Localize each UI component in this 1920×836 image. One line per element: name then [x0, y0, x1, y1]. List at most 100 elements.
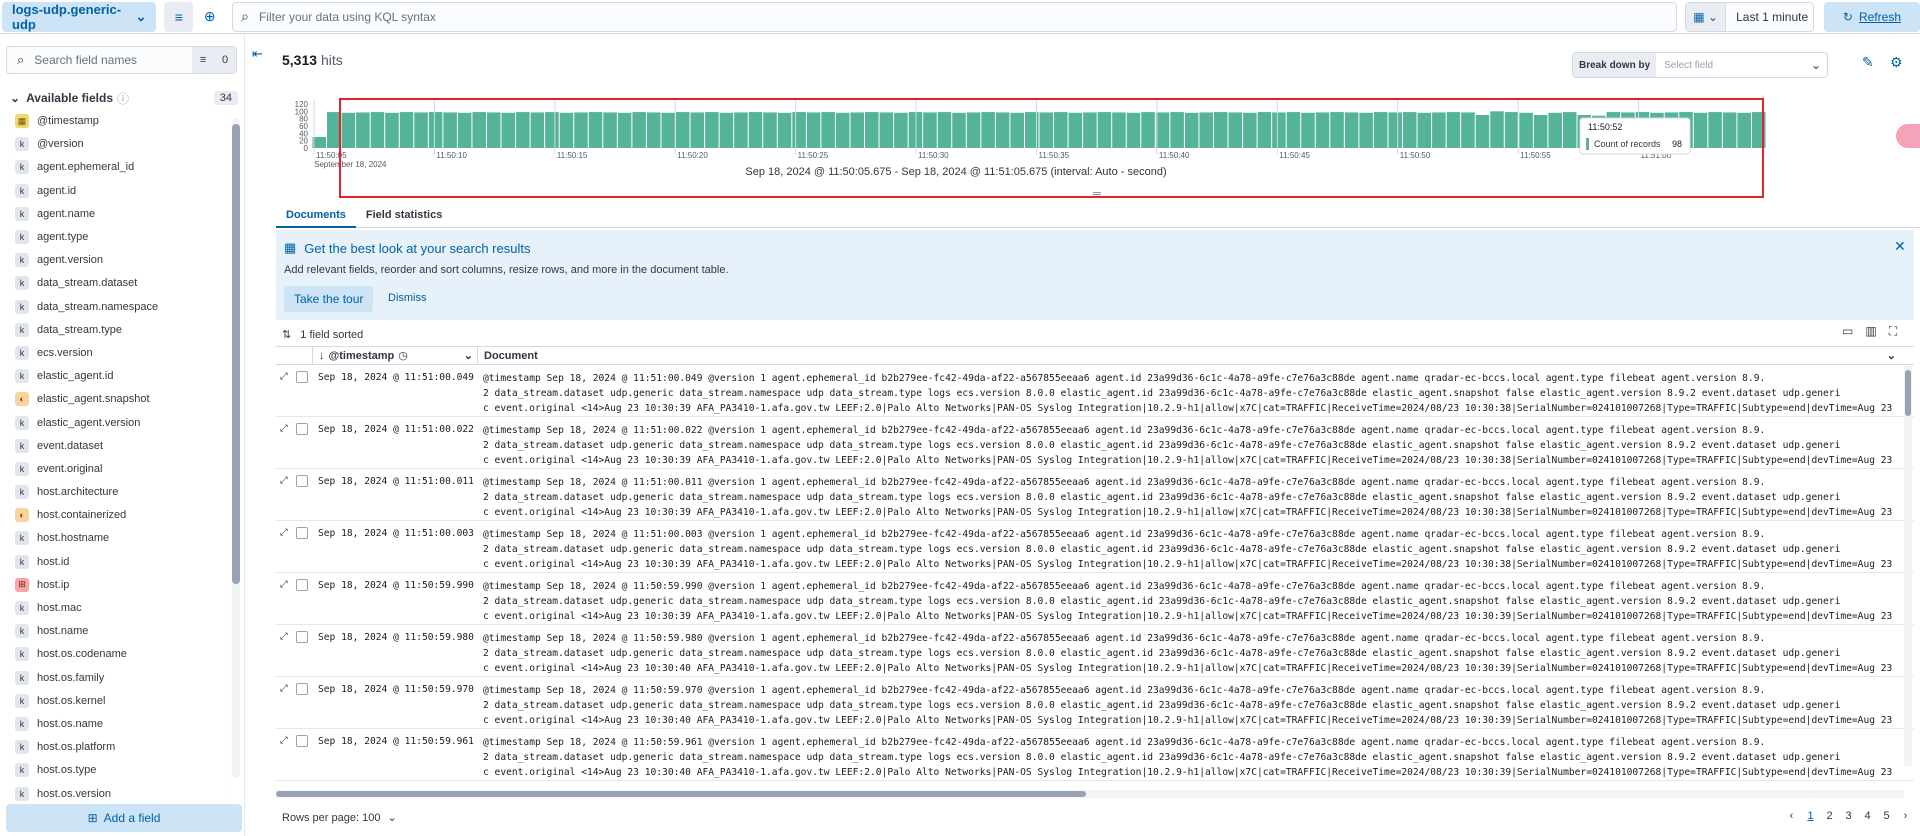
date-picker[interactable]: ▦ ⌄ Last 1 minute	[1685, 1, 1814, 32]
assistant-bubble[interactable]	[1896, 124, 1920, 148]
column-header-timestamp[interactable]: ↓ @timestamp ◷ ⌄	[312, 347, 477, 365]
row-checkbox[interactable]	[295, 371, 308, 383]
collapse-sidebar-button[interactable]: ⇤	[252, 46, 263, 62]
field-item[interactable]: k event.dataset	[10, 434, 226, 458]
expand-icon[interactable]: ⤢	[280, 371, 288, 416]
table-row[interactable]: ⤢ Sep 18, 2024 @ 11:50:59.970 @timestamp S…	[276, 677, 1914, 729]
table-row[interactable]: ⤢ Sep 18, 2024 @ 11:50:59.980 @timestamp S…	[276, 625, 1914, 677]
field-name: host.containerized	[37, 509, 127, 522]
rows-per-page-select[interactable]: Rows per page: 100 ⌄	[282, 811, 397, 824]
density-icon[interactable]: ▭	[1842, 324, 1865, 338]
edit-visualization-icon[interactable]: ✎	[1862, 54, 1874, 71]
close-icon[interactable]: ✕	[1894, 238, 1906, 255]
column-header-document[interactable]: Document ⌄	[477, 347, 1914, 365]
row-checkbox[interactable]	[295, 631, 308, 643]
available-fields-header[interactable]: ⌄ Available fields ⓘ 34	[10, 86, 238, 110]
field-item[interactable]: k host.os.family	[10, 666, 226, 690]
field-name: host.architecture	[37, 486, 119, 499]
expand-icon[interactable]: ⤢	[280, 527, 288, 572]
row-checkbox[interactable]	[295, 683, 308, 695]
field-item[interactable]: k data_stream.namespace	[10, 295, 226, 319]
breakdown-label: Break down by	[1573, 53, 1657, 77]
filter-menu-button[interactable]: ≡	[164, 1, 194, 32]
field-item[interactable]: k ecs.version	[10, 341, 226, 366]
add-filter-button[interactable]: ⊕	[195, 1, 225, 32]
tab-field-statistics[interactable]: Field statistics	[356, 204, 452, 228]
row-checkbox[interactable]	[295, 423, 308, 435]
field-filter-button[interactable]: ≡ 0	[192, 47, 236, 73]
table-row[interactable]: ⤢ Sep 18, 2024 @ 11:50:59.961 @timestamp S…	[276, 729, 1914, 781]
doc-line-2: 2 data_stream.dataset udp.generic data_s…	[483, 544, 1841, 555]
field-item[interactable]: k agent.type	[10, 225, 226, 250]
field-item[interactable]: k @version	[10, 133, 226, 157]
page-link[interactable]: 3	[1839, 810, 1858, 822]
field-item[interactable]: k agent.version	[10, 249, 226, 273]
table-hscrollbar[interactable]	[276, 790, 1904, 798]
expand-icon[interactable]: ⤢	[280, 631, 288, 676]
sort-info[interactable]: ⇅ 1 field sorted	[282, 328, 363, 341]
field-item[interactable]: k data_stream.dataset	[10, 272, 226, 296]
field-item[interactable]: k elastic_agent.id	[10, 365, 226, 389]
add-field-button[interactable]: ⊞ Add a field	[6, 804, 242, 832]
data-view-picker[interactable]: logs-udp.generic-udp ⌄	[2, 1, 157, 32]
field-item[interactable]: k host.os.codename	[10, 643, 226, 667]
field-item[interactable]: k host.os.name	[10, 712, 226, 737]
field-item[interactable]: ◐ host.containerized	[10, 504, 226, 528]
field-item[interactable]: k agent.name	[10, 202, 226, 226]
page-link[interactable]: 5	[1877, 810, 1896, 822]
page-link[interactable]: 2	[1820, 810, 1839, 822]
sidebar-scrollbar[interactable]	[232, 118, 240, 778]
calendar-icon[interactable]: ▦ ⌄	[1686, 2, 1727, 31]
expand-icon[interactable]: ⤢	[280, 423, 288, 468]
row-checkbox[interactable]	[295, 527, 308, 539]
doc-line-3: c event.original <14>Aug 23 10:30:39 AFA…	[483, 611, 1893, 622]
table-row[interactable]: ⤢ Sep 18, 2024 @ 11:51:00.003 @timestamp S…	[276, 521, 1914, 573]
table-row[interactable]: ⤢ Sep 18, 2024 @ 11:51:00.022 @timestamp S…	[276, 417, 1914, 469]
next-page-icon[interactable]: ›	[1896, 810, 1915, 822]
field-item[interactable]: k host.id	[10, 550, 226, 574]
row-checkbox[interactable]	[295, 475, 308, 487]
fullscreen-icon[interactable]: ⛶	[1889, 324, 1909, 338]
field-item[interactable]: ⊞ host.ip	[10, 573, 226, 597]
field-item[interactable]: k host.name	[10, 620, 226, 644]
field-item[interactable]: k host.mac	[10, 596, 226, 621]
expand-icon[interactable]: ⤢	[280, 735, 288, 780]
row-checkbox[interactable]	[295, 735, 308, 747]
row-checkbox[interactable]	[295, 579, 308, 591]
breakdown-select[interactable]: Break down by Select field ⌄	[1572, 52, 1828, 78]
field-item[interactable]: ▦ @timestamp	[10, 110, 226, 134]
field-item[interactable]: k agent.id	[10, 179, 226, 203]
tab-documents[interactable]: Documents	[276, 204, 356, 228]
field-item[interactable]: k event.original	[10, 457, 226, 481]
expand-icon[interactable]: ⤢	[280, 683, 288, 728]
columns-icon[interactable]: ▥	[1865, 324, 1888, 338]
table-row[interactable]: ⤢ Sep 18, 2024 @ 11:51:00.011 @timestamp S…	[276, 469, 1914, 521]
expand-icon[interactable]: ⤢	[280, 475, 288, 520]
page-link[interactable]: 1	[1801, 810, 1820, 822]
table-row[interactable]: ⤢ Sep 18, 2024 @ 11:51:00.049 @timestamp S…	[276, 365, 1914, 417]
field-item[interactable]: k agent.ephemeral_id	[10, 156, 226, 180]
field-item[interactable]: k host.os.version	[10, 782, 226, 806]
kql-search-input[interactable]: ⌕ Filter your data using KQL syntax	[232, 1, 1678, 32]
field-item[interactable]: ◐ elastic_agent.snapshot	[10, 388, 226, 412]
field-item[interactable]: k host.os.kernel	[10, 689, 226, 713]
prev-page-icon[interactable]: ‹	[1782, 810, 1801, 822]
field-item[interactable]: k elastic_agent.version	[10, 411, 226, 435]
dismiss-button[interactable]: Dismiss	[388, 292, 427, 304]
field-item[interactable]: k host.os.type	[10, 759, 226, 783]
field-item[interactable]: k data_stream.type	[10, 318, 226, 342]
date-quick-value[interactable]: Last 1 minute	[1726, 10, 1808, 24]
take-tour-button[interactable]: Take the tour	[284, 286, 374, 312]
field-item[interactable]: k host.hostname	[10, 527, 226, 551]
field-item[interactable]: k host.os.platform	[10, 736, 226, 760]
resize-handle[interactable]: ═	[1093, 188, 1101, 200]
table-scrollbar[interactable]	[1904, 366, 1912, 766]
field-search-input[interactable]: ⌕ Search field names ≡ 0	[6, 46, 237, 74]
refresh-button[interactable]: ↻ Refresh	[1823, 1, 1920, 32]
field-item[interactable]: k host.architecture	[10, 481, 226, 505]
doc-line-1: @timestamp Sep 18, 2024 @ 11:51:00.011 @…	[483, 477, 1766, 488]
gear-icon[interactable]: ⚙	[1890, 54, 1903, 71]
table-row[interactable]: ⤢ Sep 18, 2024 @ 11:50:59.990 @timestamp S…	[276, 573, 1914, 625]
expand-icon[interactable]: ⤢	[280, 579, 288, 624]
page-link[interactable]: 4	[1858, 810, 1877, 822]
